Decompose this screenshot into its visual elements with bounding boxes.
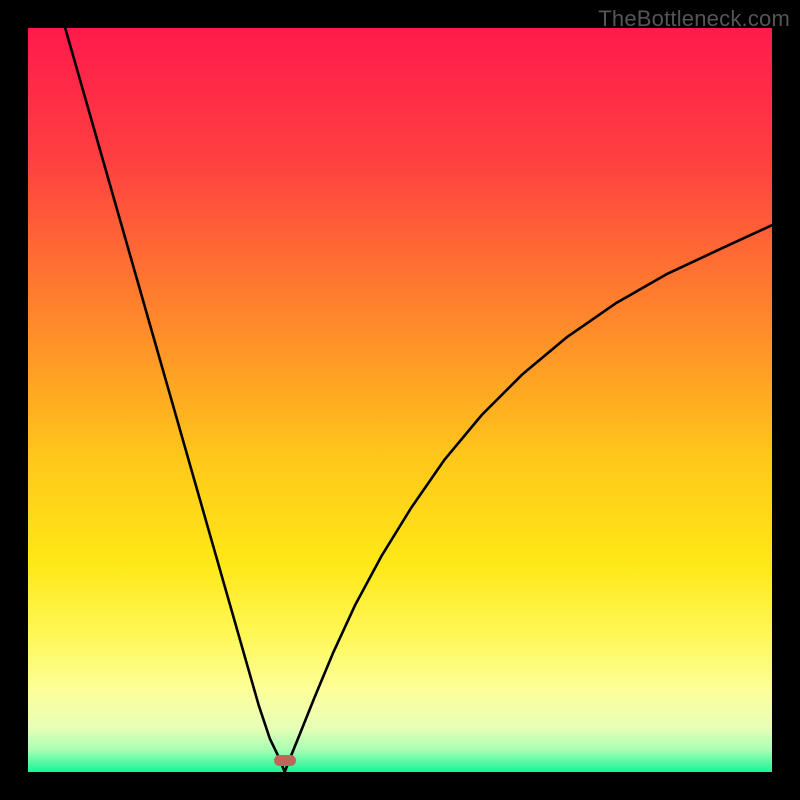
plot-area bbox=[28, 28, 772, 772]
chart-frame: TheBottleneck.com bbox=[0, 0, 800, 800]
bottleneck-curve bbox=[28, 28, 772, 772]
curve-path bbox=[65, 28, 772, 772]
watermark-text: TheBottleneck.com bbox=[598, 6, 790, 32]
minimum-marker bbox=[274, 755, 296, 766]
